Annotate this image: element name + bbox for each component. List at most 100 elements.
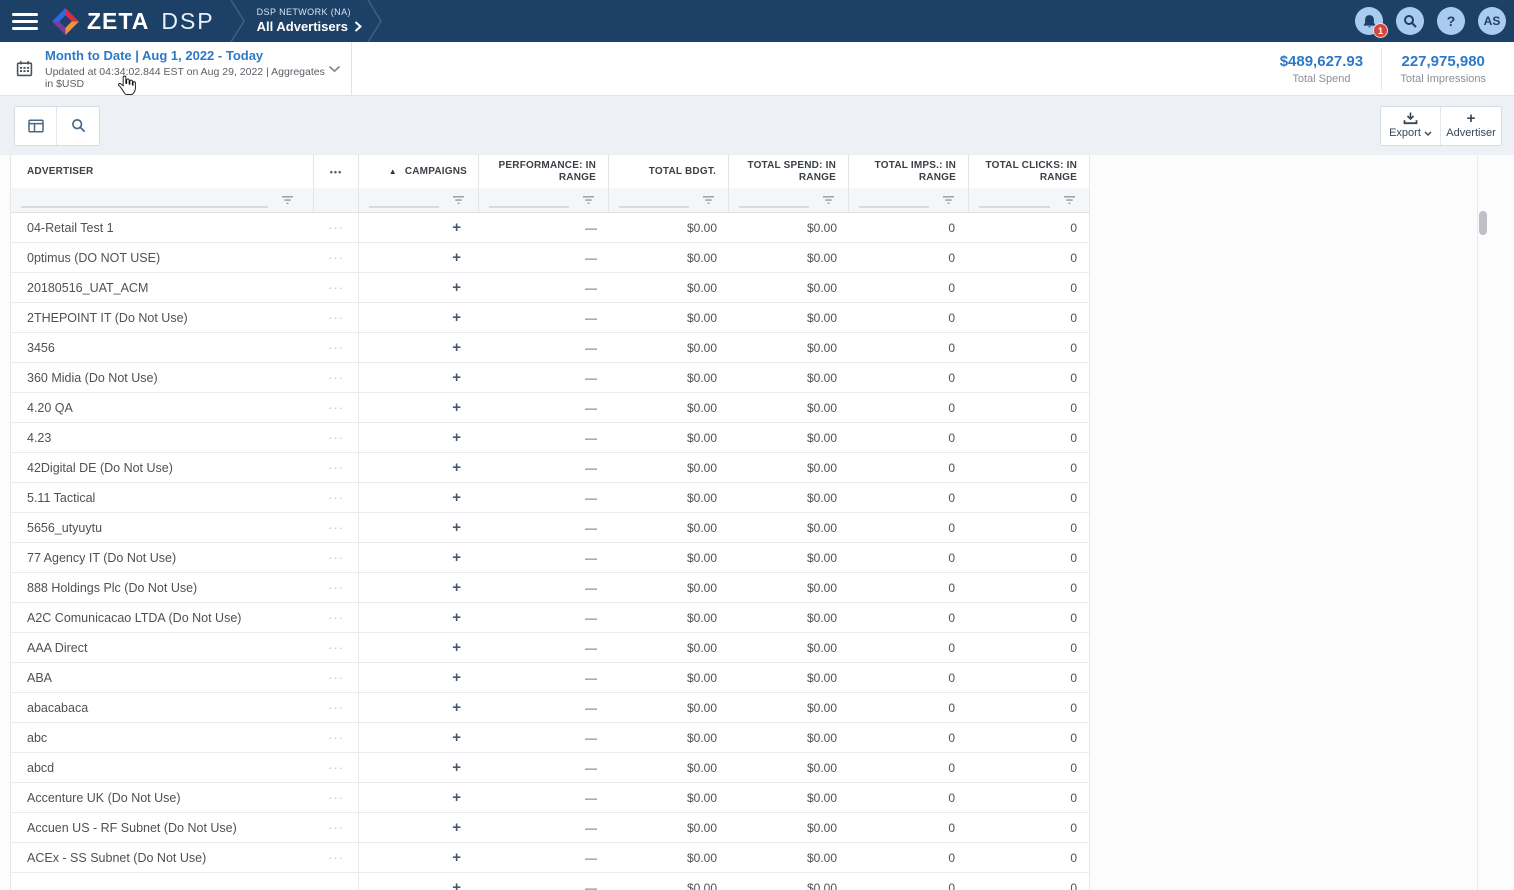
table-row[interactable]: A2C Comunicacao LTDA (Do Not Use) ··· + … — [11, 603, 1089, 633]
expand-campaigns-cell[interactable]: + — [359, 393, 479, 422]
advertiser-name-cell[interactable]: 77 Agency IT (Do Not Use) — [11, 543, 314, 572]
advertiser-name-cell[interactable]: 2THEPOINT IT (Do Not Use) — [11, 303, 314, 332]
row-menu-icon[interactable]: ··· — [314, 423, 359, 452]
advertiser-name-cell[interactable]: abacabaca — [11, 693, 314, 722]
advertiser-name-cell[interactable]: 5.11 Tactical — [11, 483, 314, 512]
table-row[interactable]: 4.23 ··· + — $0.00 $0.00 0 0 — [11, 423, 1089, 453]
row-menu-icon[interactable]: ··· — [314, 843, 359, 872]
advertiser-name-cell[interactable]: 5656_utyuytu — [11, 513, 314, 542]
filter-icon[interactable] — [941, 195, 956, 206]
table-row[interactable]: abacabaca ··· + — $0.00 $0.00 0 0 — [11, 693, 1089, 723]
expand-campaigns-cell[interactable]: + — [359, 843, 479, 872]
filter-icon[interactable] — [581, 195, 596, 206]
row-menu-icon[interactable]: ··· — [314, 603, 359, 632]
table-row[interactable]: + — $0.00 $0.00 0 0 — [11, 873, 1089, 890]
expand-campaigns-cell[interactable]: + — [359, 633, 479, 662]
advertiser-name-cell[interactable]: 3456 — [11, 333, 314, 362]
table-row[interactable]: 5.11 Tactical ··· + — $0.00 $0.00 0 0 — [11, 483, 1089, 513]
expand-campaigns-cell[interactable]: + — [359, 693, 479, 722]
scrollbar-thumb[interactable] — [1479, 211, 1487, 235]
advertiser-name-cell[interactable]: 4.20 QA — [11, 393, 314, 422]
expand-campaigns-cell[interactable]: + — [359, 873, 479, 890]
advertiser-name-cell[interactable]: AAA Direct — [11, 633, 314, 662]
table-row[interactable]: abc ··· + — $0.00 $0.00 0 0 — [11, 723, 1089, 753]
column-header-total-clicks[interactable]: TOTAL CLICKS: IN RANGE — [969, 155, 1089, 188]
expand-campaigns-cell[interactable]: + — [359, 243, 479, 272]
advertiser-name-cell[interactable]: Accenture UK (Do Not Use) — [11, 783, 314, 812]
advertiser-name-cell[interactable]: 888 Holdings Plc (Do Not Use) — [11, 573, 314, 602]
row-menu-icon[interactable]: ··· — [314, 363, 359, 392]
row-menu-icon[interactable]: ··· — [314, 783, 359, 812]
filter-icon[interactable] — [280, 195, 295, 206]
filter-icon[interactable] — [821, 195, 836, 206]
expand-campaigns-cell[interactable]: + — [359, 483, 479, 512]
breadcrumb[interactable]: DSP NETWORK (NA) All Advertisers — [257, 7, 362, 35]
expand-campaigns-cell[interactable]: + — [359, 423, 479, 452]
export-button[interactable]: Export — [1381, 107, 1441, 145]
table-row[interactable]: 360 Midia (Do Not Use) ··· + — $0.00 $0.… — [11, 363, 1089, 393]
expand-campaigns-cell[interactable]: + — [359, 783, 479, 812]
row-menu-icon[interactable]: ··· — [314, 273, 359, 302]
table-row[interactable]: 3456 ··· + — $0.00 $0.00 0 0 — [11, 333, 1089, 363]
expand-campaigns-cell[interactable]: + — [359, 513, 479, 542]
column-header-campaigns[interactable]: ▲ CAMPAIGNS — [359, 155, 479, 188]
scrollbar-track[interactable] — [1477, 156, 1478, 890]
grid-search-button[interactable] — [57, 107, 99, 145]
row-menu-icon[interactable]: ··· — [314, 723, 359, 752]
row-menu-icon[interactable]: ··· — [314, 333, 359, 362]
chevron-down-icon[interactable] — [328, 65, 341, 73]
table-row[interactable]: abcd ··· + — $0.00 $0.00 0 0 — [11, 753, 1089, 783]
expand-campaigns-cell[interactable]: + — [359, 603, 479, 632]
advertiser-name-cell[interactable]: 20180516_UAT_ACM — [11, 273, 314, 302]
expand-campaigns-cell[interactable]: + — [359, 303, 479, 332]
date-range-selector[interactable]: Month to Date | Aug 1, 2022 - Today Upda… — [0, 42, 352, 95]
notifications-button[interactable]: 1 — [1355, 7, 1383, 35]
advertiser-name-cell[interactable]: A2C Comunicacao LTDA (Do Not Use) — [11, 603, 314, 632]
row-menu-icon[interactable]: ··· — [314, 573, 359, 602]
filter-performance[interactable] — [479, 188, 609, 212]
columns-panel-button[interactable] — [15, 107, 57, 145]
advertiser-name-cell[interactable]: 04-Retail Test 1 — [11, 213, 314, 242]
row-menu-icon[interactable]: ··· — [314, 753, 359, 782]
table-row[interactable]: 04-Retail Test 1 ··· + — $0.00 $0.00 0 0 — [11, 213, 1089, 243]
row-menu-icon[interactable]: ··· — [314, 543, 359, 572]
filter-icon[interactable] — [1062, 195, 1077, 206]
table-row[interactable]: 42Digital DE (Do Not Use) ··· + — $0.00 … — [11, 453, 1089, 483]
table-row[interactable]: Accenture UK (Do Not Use) ··· + — $0.00 … — [11, 783, 1089, 813]
expand-campaigns-cell[interactable]: + — [359, 543, 479, 572]
row-menu-icon[interactable]: ··· — [314, 813, 359, 842]
row-menu-icon[interactable]: ··· — [314, 213, 359, 242]
advertiser-name-cell[interactable]: abc — [11, 723, 314, 752]
table-row[interactable]: 2THEPOINT IT (Do Not Use) ··· + — $0.00 … — [11, 303, 1089, 333]
filter-total-spend[interactable] — [729, 188, 849, 212]
filter-icon[interactable] — [701, 195, 716, 206]
row-menu-icon[interactable]: ··· — [314, 393, 359, 422]
advertiser-name-cell[interactable]: 4.23 — [11, 423, 314, 452]
row-menu-icon[interactable]: ··· — [314, 483, 359, 512]
advertiser-name-cell[interactable]: 360 Midia (Do Not Use) — [11, 363, 314, 392]
advertiser-name-cell[interactable] — [11, 873, 314, 890]
filter-total-impressions[interactable] — [849, 188, 969, 212]
expand-campaigns-cell[interactable]: + — [359, 753, 479, 782]
filter-icon[interactable] — [451, 195, 466, 206]
column-menu-icon[interactable]: ••• — [314, 155, 359, 188]
expand-campaigns-cell[interactable]: + — [359, 723, 479, 752]
advertiser-name-cell[interactable]: 0ptimus (DO NOT USE) — [11, 243, 314, 272]
row-menu-icon[interactable]: ··· — [314, 243, 359, 272]
expand-campaigns-cell[interactable]: + — [359, 813, 479, 842]
row-menu-icon[interactable]: ··· — [314, 303, 359, 332]
table-row[interactable]: 0ptimus (DO NOT USE) ··· + — $0.00 $0.00… — [11, 243, 1089, 273]
table-row[interactable]: AAA Direct ··· + — $0.00 $0.00 0 0 — [11, 633, 1089, 663]
row-menu-icon[interactable]: ··· — [314, 513, 359, 542]
hamburger-menu-icon[interactable] — [12, 9, 38, 34]
filter-total-clicks[interactable] — [969, 188, 1089, 212]
brand-logo[interactable]: ZETA DSP — [52, 8, 215, 35]
column-header-advertiser[interactable]: ADVERTISER — [11, 155, 314, 188]
help-button[interactable]: ? — [1437, 7, 1465, 35]
advertiser-name-cell[interactable]: ABA — [11, 663, 314, 692]
table-row[interactable]: ABA ··· + — $0.00 $0.00 0 0 — [11, 663, 1089, 693]
expand-campaigns-cell[interactable]: + — [359, 663, 479, 692]
expand-campaigns-cell[interactable]: + — [359, 453, 479, 482]
column-header-total-budget[interactable]: TOTAL BDGT. — [609, 155, 729, 188]
row-menu-icon[interactable]: ··· — [314, 453, 359, 482]
